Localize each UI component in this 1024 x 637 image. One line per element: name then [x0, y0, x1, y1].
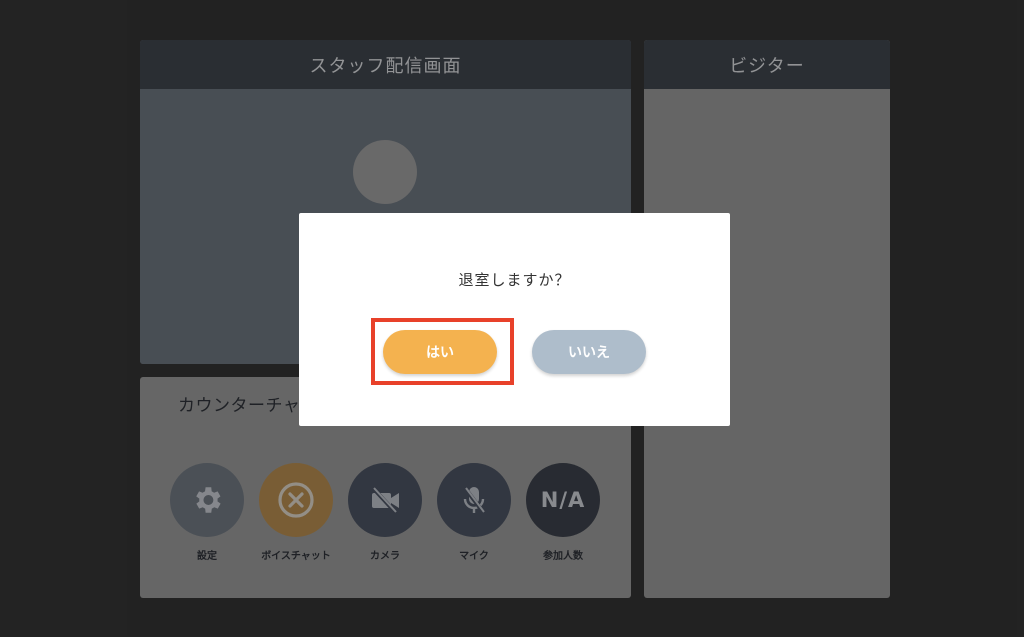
leave-room-dialog: 退室しますか？ はい いいえ: [299, 213, 730, 426]
no-button[interactable]: いいえ: [532, 330, 646, 374]
app-stage: スタッフ配信画面 ビジター カウンターチャット 設定 ボイスチャット カメラ マ…: [0, 0, 1024, 637]
dialog-message: 退室しますか？: [458, 271, 571, 289]
yes-button[interactable]: はい: [383, 330, 497, 374]
